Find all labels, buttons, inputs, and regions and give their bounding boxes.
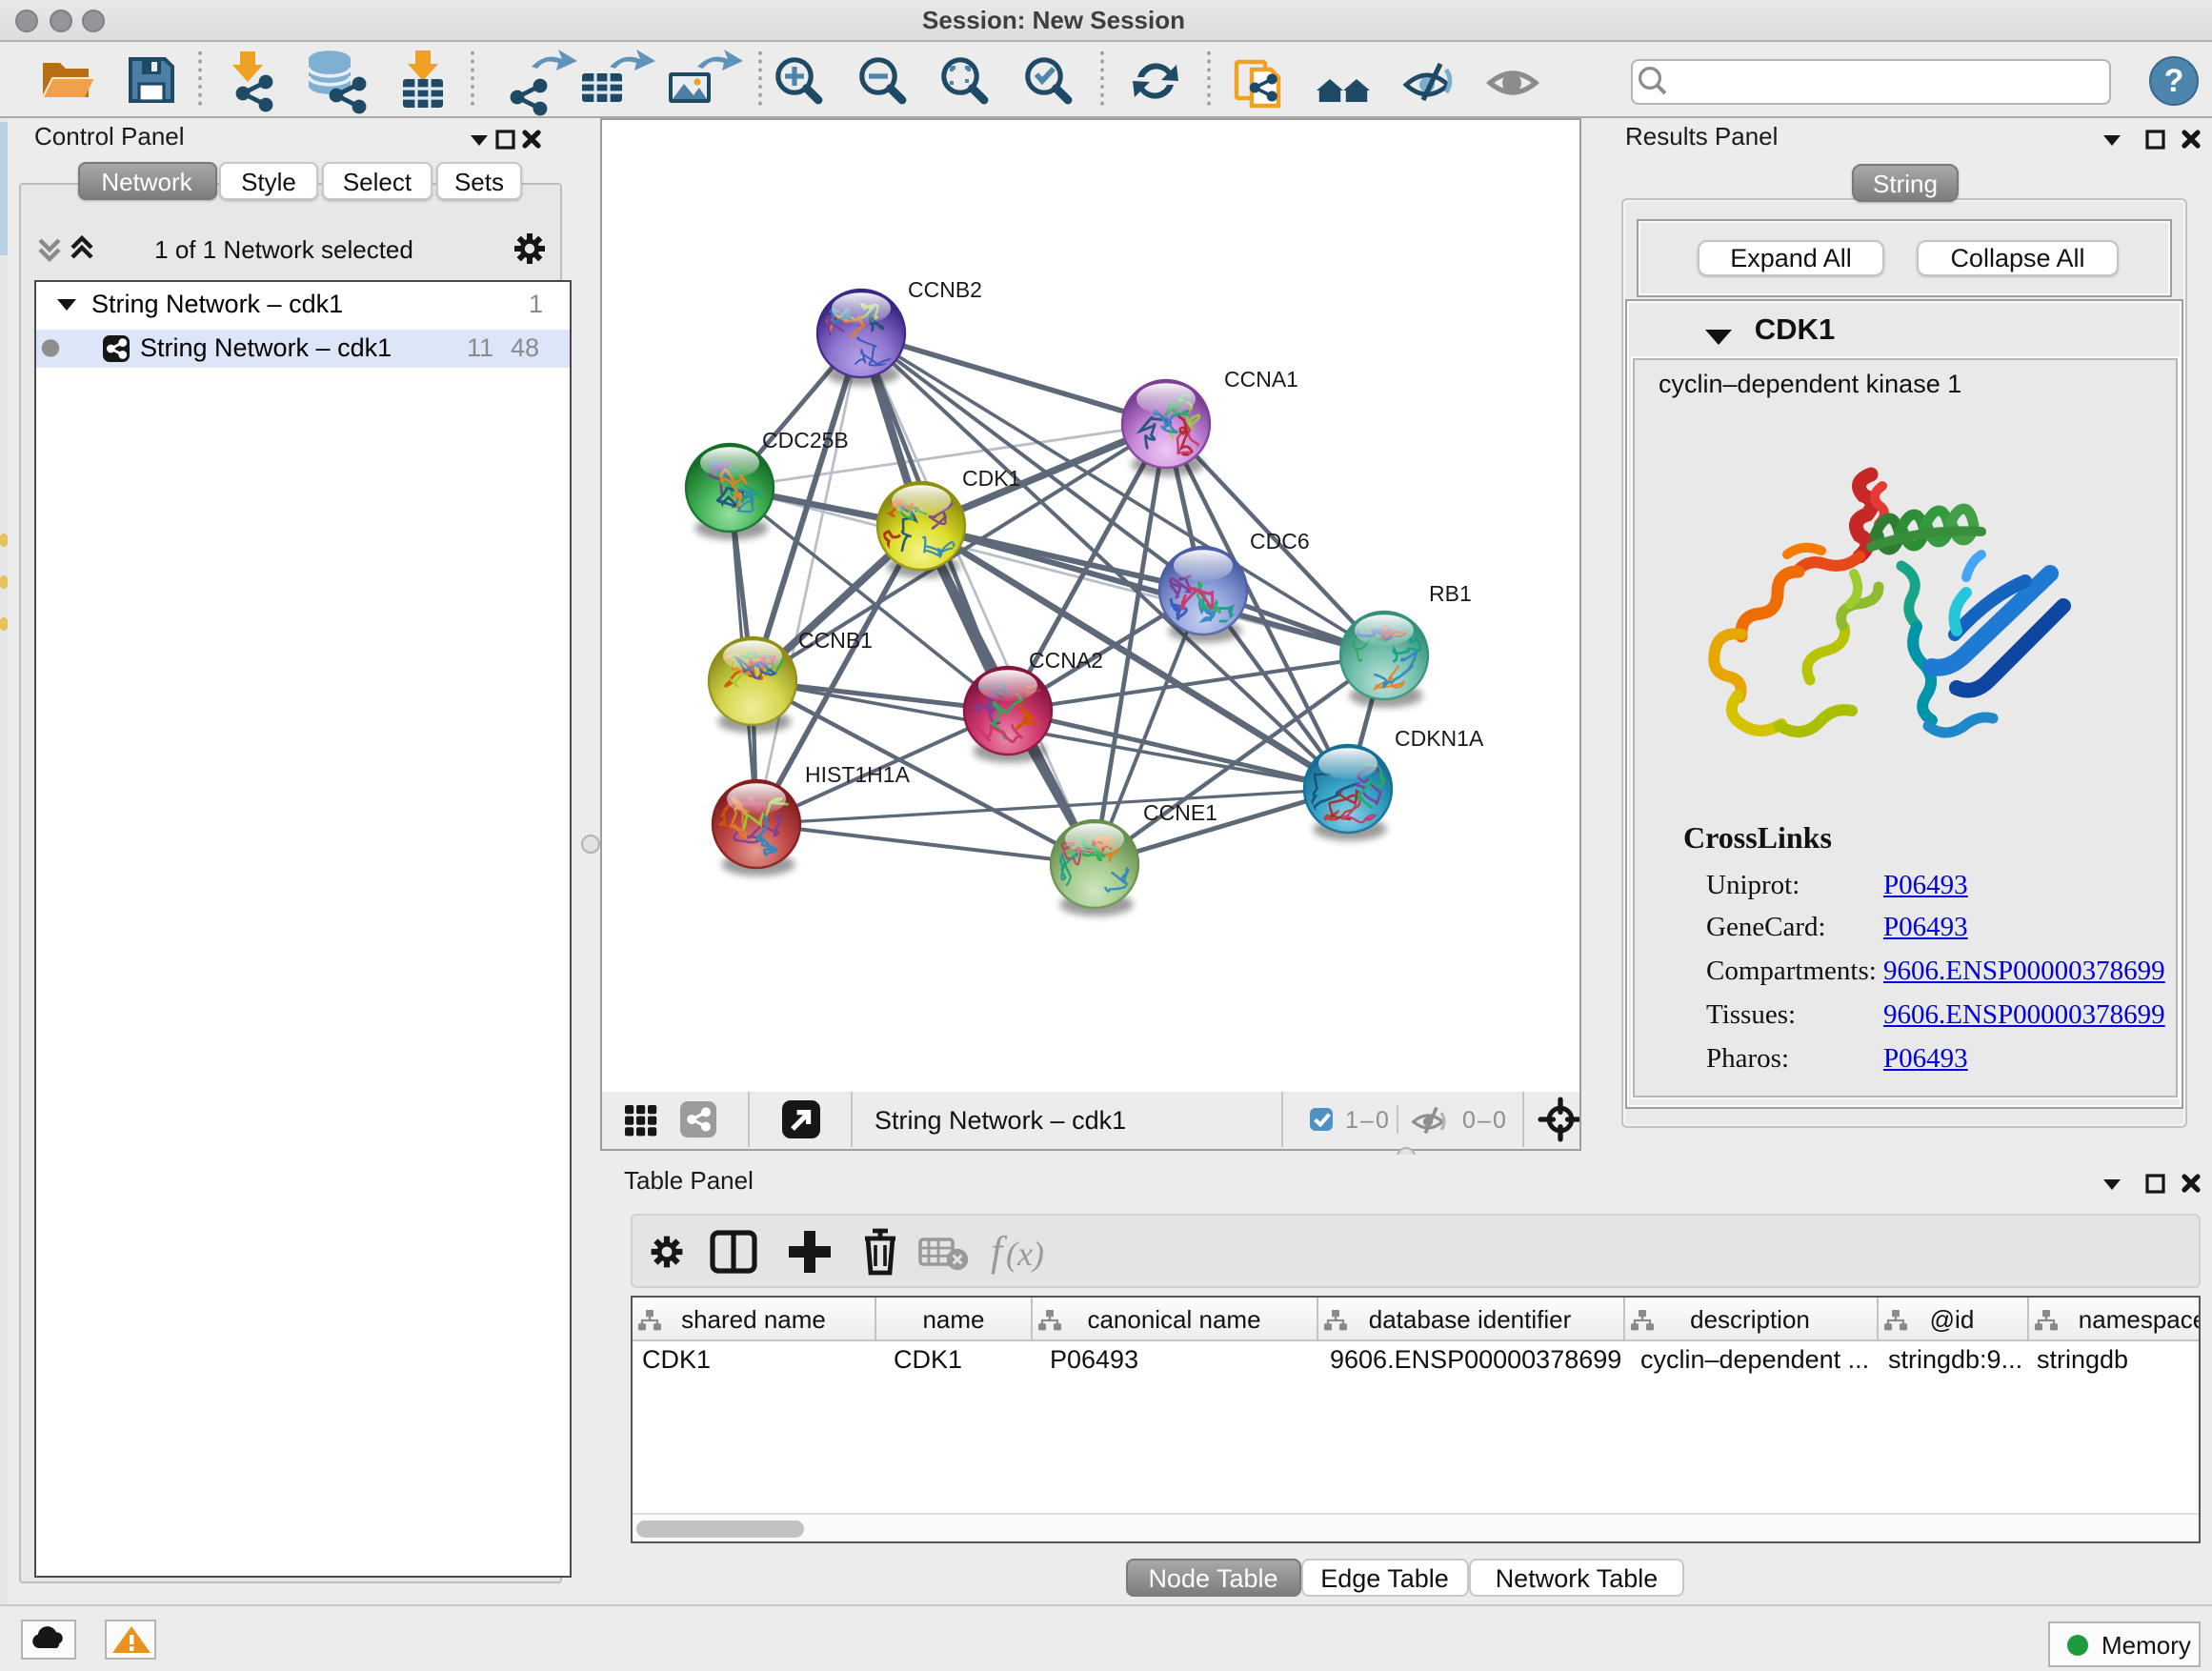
svg-text:CCNA1: CCNA1	[1224, 367, 1298, 392]
svg-text:HIST1H1A: HIST1H1A	[805, 762, 911, 787]
svg-text:CDC6: CDC6	[1250, 529, 1310, 554]
svg-text:CDC25B: CDC25B	[762, 428, 849, 453]
svg-text:CCNB1: CCNB1	[798, 628, 873, 653]
svg-text:String Network – cdk1: String Network – cdk1	[875, 1106, 1126, 1135]
svg-text:RB1: RB1	[1429, 581, 1472, 606]
svg-text:CCNA2: CCNA2	[1029, 648, 1103, 673]
svg-text:1 of 1 Network selected: 1 of 1 Network selected	[154, 235, 413, 264]
svg-text:CCNE1: CCNE1	[1143, 800, 1217, 825]
svg-text:(x): (x)	[1006, 1235, 1044, 1273]
svg-text:CDK1: CDK1	[962, 466, 1020, 491]
svg-text:1 – 0: 1 – 0	[1345, 1107, 1389, 1134]
svg-text:CDKN1A: CDKN1A	[1395, 726, 1484, 751]
svg-text:0 – 0: 0 – 0	[1462, 1107, 1506, 1134]
svg-text:CCNB2: CCNB2	[908, 277, 982, 302]
svg-text:?: ?	[2164, 63, 2184, 99]
